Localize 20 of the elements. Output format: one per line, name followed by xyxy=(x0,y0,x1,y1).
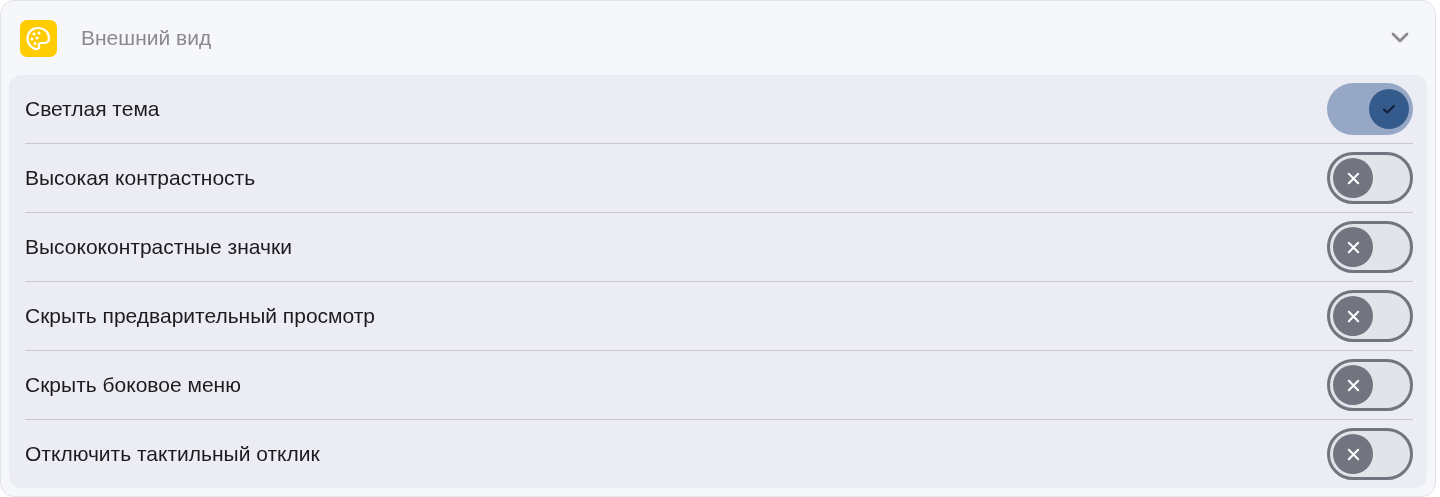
toggle-switch[interactable] xyxy=(1327,428,1413,480)
toggle-switch[interactable] xyxy=(1327,83,1413,135)
cross-icon xyxy=(1345,308,1361,324)
toggle-switch[interactable] xyxy=(1327,359,1413,411)
cross-icon xyxy=(1345,170,1361,186)
toggle-switch[interactable] xyxy=(1327,152,1413,204)
setting-label: Высококонтрастные значки xyxy=(25,235,293,259)
cross-icon xyxy=(1345,446,1361,462)
setting-label: Высокая контрастность xyxy=(25,166,257,190)
setting-label: Отключить тактильный отклик xyxy=(25,442,321,466)
cross-icon xyxy=(1345,239,1361,255)
section-title: Внешний вид xyxy=(81,26,213,50)
setting-label: Скрыть боковое меню xyxy=(25,373,242,397)
palette-icon xyxy=(20,19,57,57)
toggle-switch[interactable] xyxy=(1327,221,1413,273)
cross-icon xyxy=(1345,377,1361,393)
chevron-icon[interactable] xyxy=(1391,32,1409,44)
setting-label: Скрыть предварительный просмотр xyxy=(25,304,377,328)
toggle-switch[interactable] xyxy=(1327,290,1413,342)
setting-label: Светлая тема xyxy=(25,97,161,121)
